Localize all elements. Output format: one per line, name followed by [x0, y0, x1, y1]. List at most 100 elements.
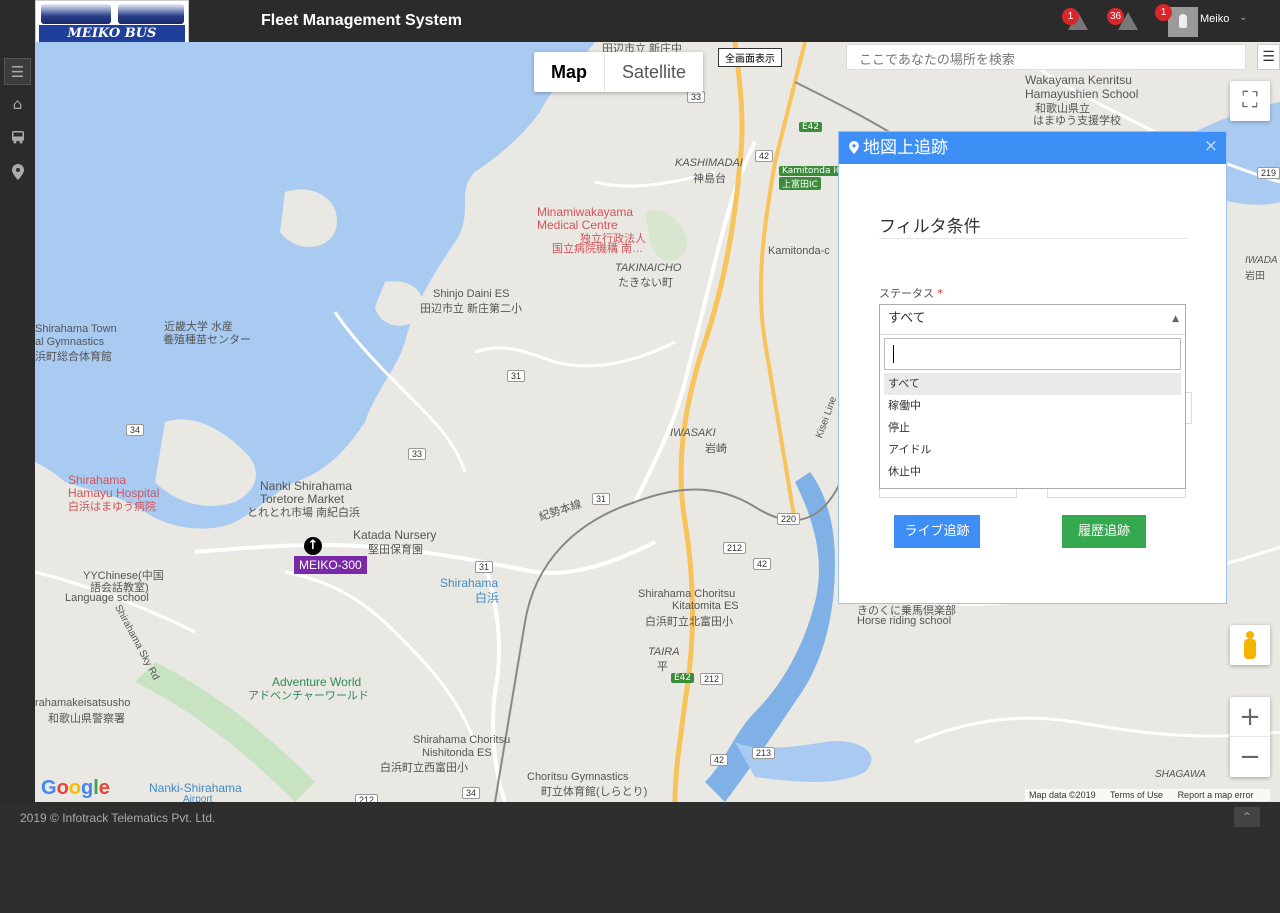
user-name[interactable]: Meiko [1200, 13, 1229, 25]
chevron-down-icon[interactable]: ⌄ [1239, 12, 1247, 23]
map-label: Airport [183, 794, 213, 802]
fullscreen-icon[interactable]: ⛶ [1230, 81, 1270, 121]
map-marker-icon [849, 141, 859, 154]
status-selected-value[interactable]: すべて ▲ [880, 305, 1185, 335]
map-type-map-button[interactable]: Map [534, 52, 605, 92]
menu-icon[interactable]: ☰ [4, 58, 31, 85]
alert-warning-button-2[interactable]: 36 [1107, 8, 1140, 32]
route-shield: 212 [355, 794, 379, 802]
company-logo[interactable]: MEIKO BUS [35, 0, 189, 45]
route-shield: 213 [752, 747, 776, 759]
map-data-text: Map data ©2019 [1029, 790, 1096, 800]
map-label: Shirahama [68, 473, 127, 487]
status-search-input[interactable] [884, 338, 1181, 370]
map-label: Wakayama Kenritsu [1025, 73, 1132, 87]
map-label: Hamayushien School [1025, 87, 1139, 101]
route-shield: 212 [723, 542, 747, 554]
map-label: Shirahama Choritsu [638, 588, 736, 600]
map-label: Shirahama Town [35, 323, 117, 335]
map-label: 和歌山県警察署 [48, 713, 125, 725]
route-shield: 42 [753, 558, 772, 570]
status-option[interactable]: 休止中 [880, 461, 1185, 483]
map-tracking-panel: 地図上追跡 × フィルタ条件 ステータス * すべて ▲ すべて 稼働中 停止 … [838, 131, 1227, 604]
map-label: 岩崎 [705, 443, 727, 455]
alert-badge: 36 [1107, 8, 1125, 25]
map-label: Shinjo Daini ES [433, 288, 510, 300]
map-label: 白浜はまゆう病院 [68, 501, 156, 513]
route-shield: 34 [126, 424, 145, 436]
route-shield: 34 [462, 787, 481, 799]
route-shield: 33 [687, 91, 706, 103]
route-shield: 42 [710, 754, 729, 766]
street-view-pegman-icon[interactable] [1230, 625, 1270, 665]
vehicle-label[interactable]: MEIKO-300 [294, 556, 367, 574]
map-label: IWADA [1245, 255, 1278, 266]
map-label: SHAGAWA [1155, 769, 1206, 780]
map-label: 白浜 [475, 591, 500, 605]
status-option[interactable]: アイドル [880, 439, 1185, 461]
map-label: Kamitonda IC [779, 166, 846, 176]
route-shield: 212 [700, 673, 724, 685]
zoom-out-button[interactable]: − [1230, 737, 1270, 777]
map-label: 白浜町立西富田小 [380, 762, 468, 774]
route-shield: 219 [1257, 167, 1280, 179]
close-icon[interactable]: × [1204, 130, 1218, 162]
footer-copyright: 2019 © Infotrack Telematics Pvt. Ltd. [20, 811, 216, 825]
map-label: 堅田保育園 [368, 544, 423, 556]
layers-menu-icon[interactable]: ☰ [1257, 44, 1280, 70]
map-label: 町立体育館(しらとり) [541, 786, 648, 798]
report-error-link[interactable]: Report a map error [1178, 790, 1254, 800]
map-label: Kitatomita ES [672, 600, 739, 612]
status-option[interactable]: すべて [884, 373, 1181, 395]
live-tracking-button[interactable]: ライブ追跡 [894, 515, 980, 548]
map-label: たきない町 [618, 277, 673, 289]
map-label: 神島台 [693, 173, 726, 185]
status-label: ステータス * [879, 287, 943, 300]
history-tracking-button[interactable]: 履歴追跡 [1062, 515, 1146, 548]
status-option[interactable]: 稼働中 [880, 395, 1185, 417]
map-label: 田辺市立 新庄第二小 [420, 303, 523, 315]
map-label: rahamakeisatsusho [35, 697, 131, 709]
map-type-satellite-button[interactable]: Satellite [605, 52, 703, 92]
vehicle-arrow-icon[interactable]: ↑ [304, 537, 322, 555]
map-label: 岩田 [1245, 271, 1265, 282]
fullscreen-label[interactable]: 全画面表示 [718, 48, 782, 67]
status-select[interactable]: すべて ▲ すべて 稼働中 停止 アイドル 休止中 [879, 304, 1186, 489]
map-label: KASHIMADAI [675, 157, 743, 169]
map-marker-icon[interactable] [4, 162, 31, 189]
route-shield: 31 [507, 370, 526, 382]
location-search-input[interactable]: ここであなたの場所を検索 [846, 44, 1246, 70]
zoom-control: + − [1230, 697, 1270, 777]
home-icon[interactable]: ⌂ [4, 91, 31, 118]
map-label: とれとれ市場 南紀白浜 [247, 507, 361, 519]
map-type-control: Map Satellite [534, 52, 704, 92]
map-label: 国立病院機構 南… [552, 243, 644, 255]
caret-up-icon: ▲ [1172, 314, 1179, 324]
bus-icon[interactable] [4, 127, 31, 154]
map-label: Horse riding school [857, 615, 952, 627]
sidebar: ☰ ⌂ [0, 42, 35, 802]
route-shield: 31 [475, 561, 494, 573]
route-shield: E42 [799, 122, 823, 132]
map-label: Nanki Shirahama [260, 479, 353, 493]
status-option[interactable]: 停止 [880, 417, 1185, 439]
terms-of-use-link[interactable]: Terms of Use [1110, 790, 1163, 800]
filter-title: フィルタ条件 [879, 217, 981, 237]
hidden-field [1186, 392, 1192, 424]
zoom-in-button[interactable]: + [1230, 697, 1270, 737]
scroll-to-top-icon[interactable]: ⌃ [1234, 807, 1260, 827]
map-label: Minamiwakayama [537, 205, 634, 219]
map-label: Choritsu Gymnastics [527, 771, 629, 783]
map-label: 養殖種苗センター [163, 334, 251, 346]
app-title: Fleet Management System [261, 12, 462, 29]
route-shield: E42 [671, 673, 695, 683]
map-label: アドベンチャーワールド [248, 690, 369, 702]
route-shield: 33 [408, 448, 427, 460]
alert-warning-button[interactable]: 1 [1062, 8, 1090, 32]
bus-image [41, 4, 111, 24]
map-label: Shirahama [440, 576, 499, 590]
user-avatar[interactable] [1168, 7, 1198, 37]
map-attribution: Map data ©2019 Terms of Use Report a map… [1025, 789, 1270, 801]
user-badge: 1 [1155, 4, 1172, 21]
hidden-field [1047, 488, 1186, 498]
